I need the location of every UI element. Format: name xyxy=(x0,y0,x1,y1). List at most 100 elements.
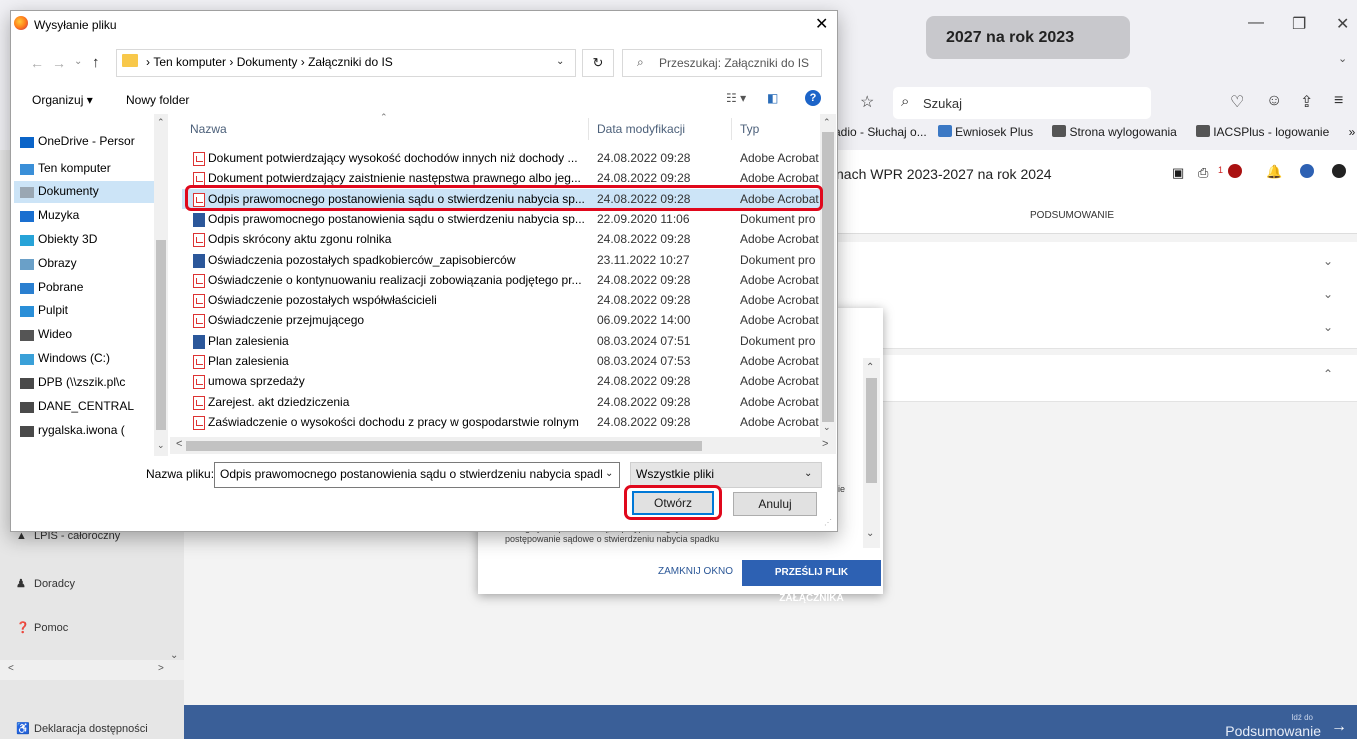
bookmark-ewniosek[interactable]: Ewniosek Plus xyxy=(938,125,1041,139)
cancel-button[interactable]: Anuluj xyxy=(733,492,817,516)
share-icon[interactable]: ⇪ xyxy=(1300,92,1313,112)
nav-item[interactable]: rygalska.iwona ( xyxy=(38,423,168,437)
nav-item[interactable]: Windows (C:) xyxy=(38,351,168,365)
file-date: 24.08.2022 09:28 xyxy=(597,414,691,429)
column-divider[interactable] xyxy=(731,118,732,140)
browser-search-input[interactable]: ⌕ Szukaj xyxy=(893,87,1151,119)
sidebar-item-accessibility[interactable]: ♿ Deklaracja dostępności xyxy=(16,722,148,735)
chevron-down-icon[interactable]: ⌄ xyxy=(605,468,613,479)
file-row[interactable]: Oświadczenie przejmującego 06.09.2022 14:… xyxy=(182,310,820,330)
forward-icon[interactable]: → xyxy=(52,55,66,71)
scroll-right-icon[interactable]: > xyxy=(158,663,164,674)
restore-icon[interactable]: ❐ xyxy=(1292,14,1306,34)
tab-summary[interactable]: PODSUMOWANIE xyxy=(1030,210,1114,221)
file-row[interactable]: Oświadczenia pozostałych spadkobierców_z… xyxy=(182,250,820,270)
account-icon[interactable]: ☺ xyxy=(1266,92,1282,110)
organize-button[interactable]: Organizuj ▾ xyxy=(32,93,93,107)
file-row[interactable]: Odpis prawomocnego postanowienia sądu o … xyxy=(182,209,820,229)
nav-scroll-thumb[interactable] xyxy=(156,240,166,430)
send-attachment-button[interactable]: PRZEŚLIJ PLIK ZAŁĄCZNIKA xyxy=(742,560,881,604)
star-icon[interactable]: ☆ xyxy=(860,92,874,112)
accordion-row[interactable]: ⌄ xyxy=(830,308,1357,349)
close-dialog-icon[interactable]: ✕ xyxy=(815,14,828,34)
nav-item[interactable]: Pobrane xyxy=(38,280,168,294)
recent-locations-icon[interactable]: ⌄ xyxy=(74,56,82,67)
help-circle-icon[interactable] xyxy=(1300,164,1314,178)
nav-item[interactable]: DANE_CENTRAL xyxy=(38,399,168,413)
nav-item[interactable]: Pulpit xyxy=(38,303,168,317)
sidebar-item-pomoc[interactable]: ❓ Pomoc xyxy=(16,621,68,634)
menu-icon[interactable]: ≡ xyxy=(1334,92,1343,110)
scroll-up-icon[interactable]: ⌃ xyxy=(823,117,831,128)
browser-tab[interactable]: 2027 na rok 2023 xyxy=(926,16,1130,59)
view-options-icon[interactable]: ☷ ▾ xyxy=(726,91,746,105)
file-row[interactable]: umowa sprzedaży 24.08.2022 09:28 Adobe Acr… xyxy=(182,371,820,391)
close-window-icon[interactable]: ✕ xyxy=(1336,14,1349,34)
preview-pane-icon[interactable]: ◧ xyxy=(767,91,778,105)
print-icon[interactable]: ⎙ xyxy=(1198,165,1208,181)
alert-icon[interactable] xyxy=(1228,164,1242,178)
nav-item[interactable]: Dokumenty xyxy=(38,184,168,198)
column-divider[interactable] xyxy=(588,118,589,140)
back-icon[interactable]: ← xyxy=(30,55,44,71)
chevron-down-icon[interactable]: ⌄ xyxy=(804,468,812,479)
save-icon[interactable]: ▣ xyxy=(1172,165,1184,181)
nav-item[interactable]: DPB (\\zszik.pl\c xyxy=(38,375,168,389)
bookmark-radio[interactable]: radio - Słuchaj o... xyxy=(830,125,927,139)
scroll-right-icon[interactable]: > xyxy=(822,438,828,450)
file-list-hscroll-thumb[interactable] xyxy=(186,441,702,451)
scroll-down-icon[interactable]: ⌄ xyxy=(823,422,831,433)
scroll-left-icon[interactable]: < xyxy=(176,438,182,450)
file-row[interactable]: Zarejest. akt dziedziczenia 24.08.2022 09… xyxy=(182,392,820,412)
nav-item[interactable]: Obiekty 3D xyxy=(38,232,168,246)
pictures-icon xyxy=(20,259,34,270)
resize-grip-icon[interactable]: ⋰ xyxy=(824,518,832,527)
sidebar-item-doradcy[interactable]: ♟ Doradcy xyxy=(16,577,75,590)
sidebar-hscroll[interactable] xyxy=(0,660,184,680)
column-header-type[interactable]: Typ xyxy=(740,122,759,136)
scroll-up-icon[interactable]: ⌃ xyxy=(866,362,874,373)
help-icon[interactable]: ? xyxy=(805,90,821,106)
file-row[interactable]: Oświadczenie pozostałych współwłaściciel… xyxy=(182,290,820,310)
file-row[interactable]: Oświadczenie o kontynuowaniu realizacji … xyxy=(182,270,820,290)
file-row[interactable]: Dokument potwierdzający wysokość dochodó… xyxy=(182,148,820,168)
scroll-left-icon[interactable]: < xyxy=(8,663,14,674)
nav-item[interactable]: Wideo xyxy=(38,327,168,341)
modal-scroll-thumb[interactable] xyxy=(866,378,877,483)
chevron-down-icon: ⌄ xyxy=(1322,320,1333,334)
scroll-down-icon[interactable]: ⌄ xyxy=(157,440,165,451)
next-step-label[interactable]: Podsumowanie xyxy=(1225,723,1321,739)
accordion-row[interactable]: ⌃ xyxy=(830,355,1357,402)
nav-item[interactable]: Ten komputer xyxy=(38,161,168,175)
nav-item[interactable]: Muzyka xyxy=(38,208,168,222)
new-folder-button[interactable]: Nowy folder xyxy=(126,93,189,107)
more-bookmarks-icon[interactable]: » xyxy=(1349,125,1356,139)
minimize-icon[interactable]: — xyxy=(1248,14,1264,32)
breadcrumb-item[interactable]: Ten komputer xyxy=(153,55,226,69)
scroll-up-icon[interactable]: ⌃ xyxy=(157,117,165,128)
file-list-vscroll-thumb[interactable] xyxy=(822,132,834,422)
file-row[interactable]: Zaświadczenie o wysokości dochodu z prac… xyxy=(182,412,820,432)
chevron-down-icon[interactable]: ⌄ xyxy=(1338,52,1347,65)
pocket-icon[interactable]: ♡ xyxy=(1230,92,1244,112)
bookmark-logout[interactable]: Strona wylogowania xyxy=(1052,125,1184,139)
arrow-right-icon[interactable]: → xyxy=(1331,718,1347,736)
close-modal-button[interactable]: ZAMKNIJ OKNO xyxy=(658,566,733,577)
scroll-down-icon[interactable]: ⌄ xyxy=(866,528,874,539)
chevron-down-icon[interactable]: ⌄ xyxy=(556,56,564,67)
up-folder-icon[interactable]: ↑ xyxy=(92,54,100,71)
file-row[interactable]: Plan zalesienia 08.03.2024 07:53 Adobe Acr… xyxy=(182,351,820,371)
breadcrumb-item[interactable]: Załączniki do IS xyxy=(308,55,393,69)
refresh-icon[interactable]: ↻ xyxy=(582,49,614,77)
folder-search-input[interactable]: ⌕ Przeszukaj: Załączniki do IS xyxy=(622,49,822,77)
user-account-icon[interactable] xyxy=(1332,164,1346,178)
column-header-date[interactable]: Data modyfikacji xyxy=(597,122,685,136)
bookmark-iacs[interactable]: IACSPlus - logowanie xyxy=(1196,125,1337,139)
bell-icon[interactable]: 🔔 xyxy=(1266,164,1282,180)
file-row[interactable]: Plan zalesienia 08.03.2024 07:51 Dokument … xyxy=(182,331,820,351)
nav-item[interactable]: Obrazy xyxy=(38,256,168,270)
nav-item[interactable]: OneDrive - Persor xyxy=(38,134,168,148)
file-row[interactable]: Odpis skrócony aktu zgonu rolnika 24.08.2… xyxy=(182,229,820,249)
column-header-name[interactable]: Nazwa xyxy=(190,122,227,136)
breadcrumb-item[interactable]: Dokumenty xyxy=(237,55,298,69)
